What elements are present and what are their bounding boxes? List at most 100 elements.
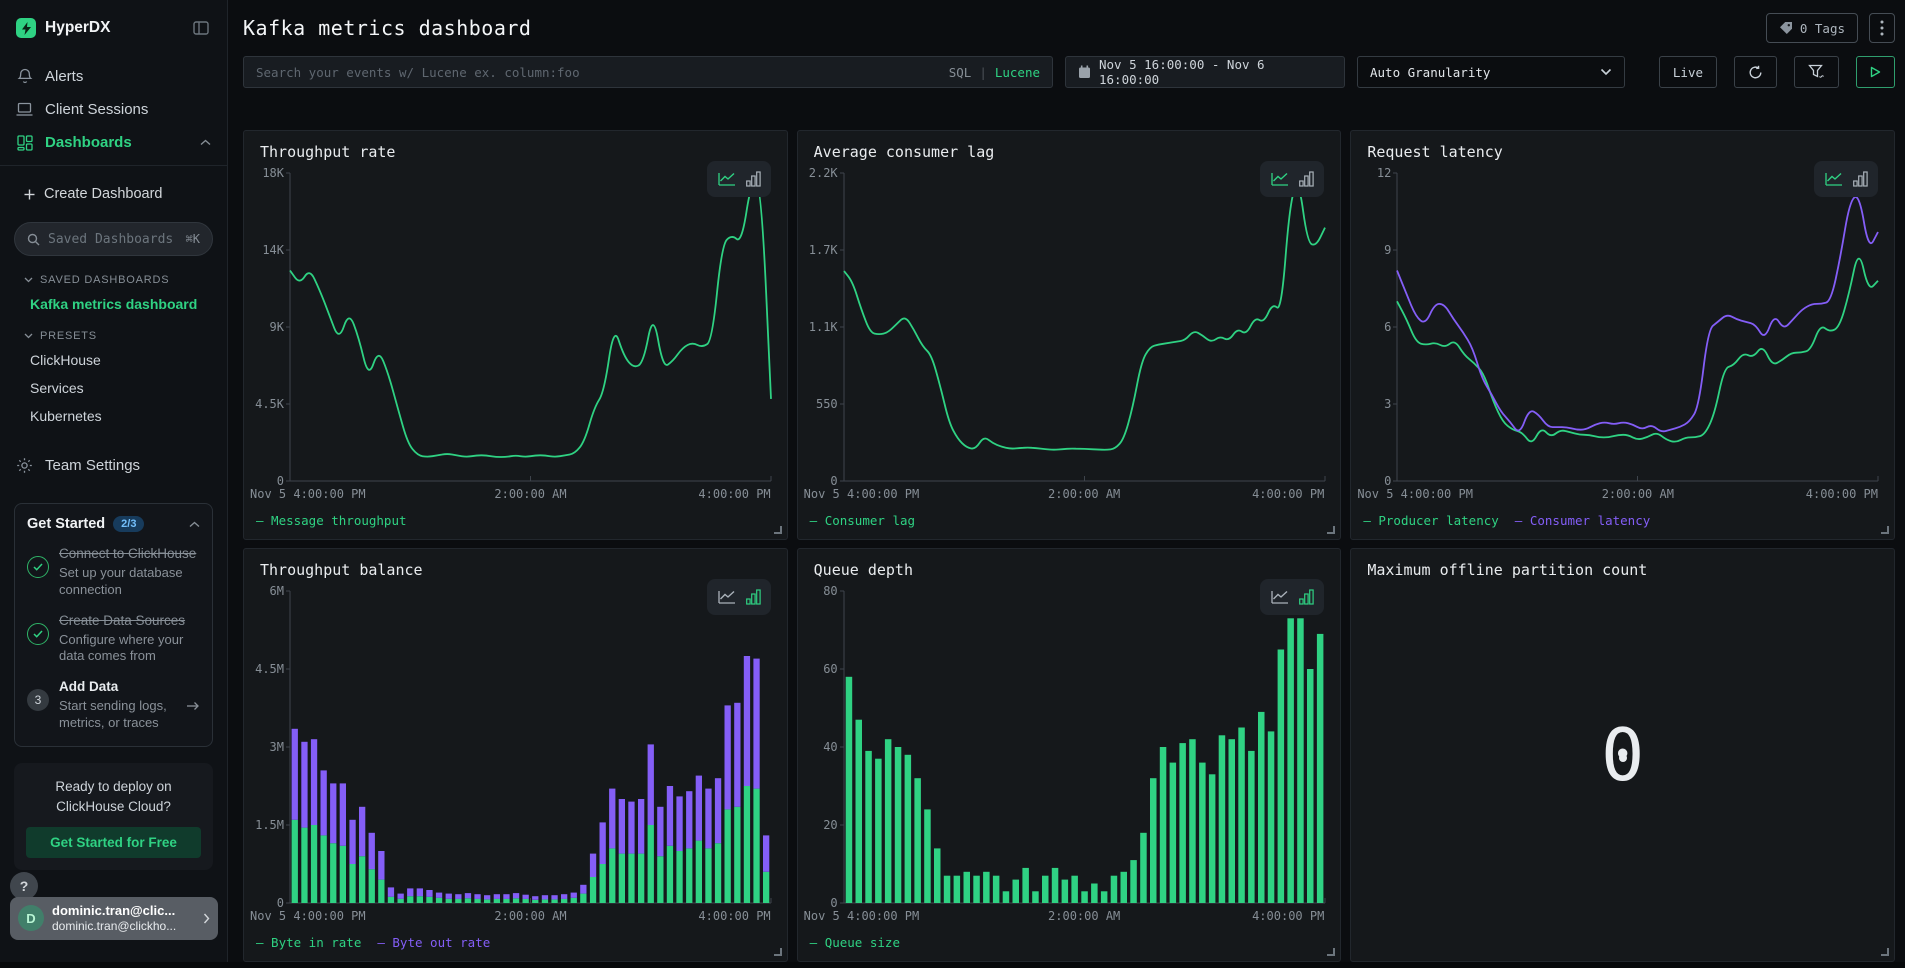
chart-plot[interactable]: 129630Nov 5 4:00:00 PM2:00:00 AM4:00:00 … bbox=[1351, 131, 1894, 539]
get-started-title: Get Started bbox=[27, 516, 105, 532]
line-chart-icon[interactable] bbox=[1270, 171, 1290, 187]
resize-handle[interactable] bbox=[1327, 948, 1335, 956]
sidebar-item-label: Client Sessions bbox=[45, 101, 148, 118]
series-bar bbox=[580, 885, 586, 894]
big-number-display: 0 bbox=[1351, 549, 1894, 961]
tags-button[interactable]: 0 Tags bbox=[1766, 13, 1858, 43]
series-bar bbox=[388, 897, 394, 903]
y-axis-tick: 40 bbox=[798, 740, 838, 754]
series-bar bbox=[455, 894, 461, 899]
line-chart-icon[interactable] bbox=[717, 589, 737, 605]
resize-handle[interactable] bbox=[1881, 526, 1889, 534]
chart-type-toggle[interactable] bbox=[1260, 161, 1324, 197]
saved-dashboards-section-header[interactable]: SAVED DASHBOARDS bbox=[0, 262, 227, 290]
sidebar-collapse-icon[interactable] bbox=[193, 21, 209, 35]
live-button[interactable]: Live bbox=[1659, 56, 1717, 88]
x-axis-tick: 4:00:00 PM bbox=[698, 487, 770, 501]
line-chart-icon[interactable] bbox=[1824, 171, 1844, 187]
chart-plot[interactable]: 2.2K1.7K1.1K5500Nov 5 4:00:00 PM2:00:00 … bbox=[798, 131, 1341, 539]
sidebar-item-team-settings[interactable]: Team Settings bbox=[0, 448, 227, 483]
series-bar bbox=[676, 796, 682, 851]
resize-handle[interactable] bbox=[774, 526, 782, 534]
chart-type-toggle[interactable] bbox=[707, 579, 771, 615]
legend-item: — Queue size bbox=[810, 935, 900, 950]
series-bar bbox=[398, 894, 404, 899]
more-options-button[interactable] bbox=[1869, 13, 1895, 43]
get-started-step-3[interactable]: 3 Add Data Start sending logs, metrics, … bbox=[27, 679, 200, 732]
date-range-picker[interactable]: Nov 5 16:00:00 - Nov 6 16:00:00 bbox=[1065, 56, 1345, 88]
bar-chart-icon[interactable] bbox=[1299, 589, 1314, 605]
series-bar bbox=[542, 895, 548, 899]
get-started-step-1[interactable]: Connect to ClickHouse Set up your databa… bbox=[27, 546, 200, 599]
sidebar-item-dashboards[interactable]: Dashboards bbox=[0, 126, 227, 159]
sidebar-item-kubernetes[interactable]: Kubernetes bbox=[0, 402, 227, 430]
bar-chart-icon[interactable] bbox=[1853, 171, 1868, 187]
chart-plot[interactable]: 6M4.5M3M1.5M0Nov 5 4:00:00 PM2:00:00 AM4… bbox=[244, 549, 787, 961]
chevron-up-icon[interactable] bbox=[189, 521, 200, 528]
series-bar bbox=[311, 825, 317, 903]
user-menu[interactable]: D dominic.tran@clic... dominic.tran@clic… bbox=[10, 897, 218, 940]
series-bar bbox=[446, 899, 452, 903]
bar-chart-icon[interactable] bbox=[746, 171, 761, 187]
series-bar bbox=[398, 899, 404, 903]
chart-type-toggle[interactable] bbox=[1814, 161, 1878, 197]
line-chart-icon[interactable] bbox=[717, 171, 737, 187]
series-bar bbox=[763, 872, 769, 903]
series-bar bbox=[417, 896, 423, 903]
series-bar bbox=[426, 890, 432, 897]
chart-type-toggle[interactable] bbox=[707, 161, 771, 197]
bar-chart-icon[interactable] bbox=[746, 589, 761, 605]
series-bar bbox=[943, 876, 950, 903]
presets-section-header[interactable]: PRESETS bbox=[0, 318, 227, 346]
sidebar-item-kafka-dashboard[interactable]: Kafka metrics dashboard bbox=[0, 290, 227, 318]
sidebar-item-services[interactable]: Services bbox=[0, 374, 227, 402]
sidebar-item-client-sessions[interactable]: Client Sessions bbox=[0, 93, 227, 126]
series-bar bbox=[657, 807, 663, 856]
resize-handle[interactable] bbox=[774, 948, 782, 956]
chart-canvas[interactable] bbox=[798, 131, 1341, 539]
chart-plot[interactable]: 18K14K9K4.5K0Nov 5 4:00:00 PM2:00:00 AM4… bbox=[244, 131, 787, 539]
sidebar-item-alerts[interactable]: Alerts bbox=[0, 60, 227, 93]
lucene-mode-toggle[interactable]: Lucene bbox=[995, 65, 1040, 80]
bar-chart-icon[interactable] bbox=[1299, 171, 1314, 187]
series-bar bbox=[973, 876, 980, 903]
x-axis-tick: Nov 5 4:00:00 PM bbox=[250, 909, 366, 923]
granularity-select[interactable]: Auto Granularity bbox=[1357, 56, 1625, 88]
series-bar bbox=[1297, 618, 1304, 903]
resize-handle[interactable] bbox=[1327, 526, 1335, 534]
create-dashboard-button[interactable]: Create Dashboard bbox=[0, 180, 227, 208]
series-bar bbox=[426, 897, 432, 903]
y-axis-tick: 0 bbox=[798, 896, 838, 910]
chart-canvas[interactable] bbox=[244, 131, 787, 539]
chart-plot[interactable]: 806040200Nov 5 4:00:00 PM2:00:00 AM4:00:… bbox=[798, 549, 1341, 961]
help-button[interactable]: ? bbox=[10, 872, 38, 900]
chart-type-toggle[interactable] bbox=[1260, 579, 1324, 615]
chart-canvas[interactable] bbox=[798, 549, 1341, 961]
resize-handle[interactable] bbox=[1881, 948, 1889, 956]
series-bar bbox=[551, 895, 557, 899]
line-chart-icon[interactable] bbox=[1270, 589, 1290, 605]
series-bar bbox=[705, 789, 711, 849]
get-started-free-button[interactable]: Get Started for Free bbox=[26, 827, 201, 858]
series-bar bbox=[924, 809, 931, 903]
clickhouse-cloud-card: Ready to deploy on ClickHouse Cloud? Get… bbox=[14, 763, 213, 871]
step-desc: Configure where your data comes from bbox=[59, 632, 200, 666]
chart-canvas[interactable] bbox=[1351, 131, 1894, 539]
refresh-button[interactable] bbox=[1734, 56, 1777, 88]
event-search-input[interactable]: Search your events w/ Lucene ex. column:… bbox=[243, 56, 1053, 88]
sql-mode-toggle[interactable]: SQL bbox=[949, 65, 972, 80]
step-title: Create Data Sources bbox=[59, 613, 200, 630]
series-bar bbox=[1218, 735, 1225, 903]
y-axis-tick: 0 bbox=[244, 474, 284, 488]
get-started-step-2[interactable]: Create Data Sources Configure where your… bbox=[27, 613, 200, 666]
step-desc: Start sending logs, metrics, or traces bbox=[59, 698, 176, 732]
series-bar bbox=[1317, 634, 1324, 903]
chart-canvas[interactable] bbox=[244, 549, 787, 961]
run-query-button[interactable] bbox=[1856, 56, 1895, 88]
chevron-up-icon[interactable] bbox=[200, 139, 211, 146]
filter-button[interactable] bbox=[1794, 56, 1839, 88]
series-bar bbox=[1189, 739, 1196, 903]
saved-dashboards-search-input[interactable]: Saved Dashboards ⌘K bbox=[14, 222, 213, 256]
gear-icon bbox=[16, 457, 33, 474]
sidebar-item-clickhouse[interactable]: ClickHouse bbox=[0, 346, 227, 374]
